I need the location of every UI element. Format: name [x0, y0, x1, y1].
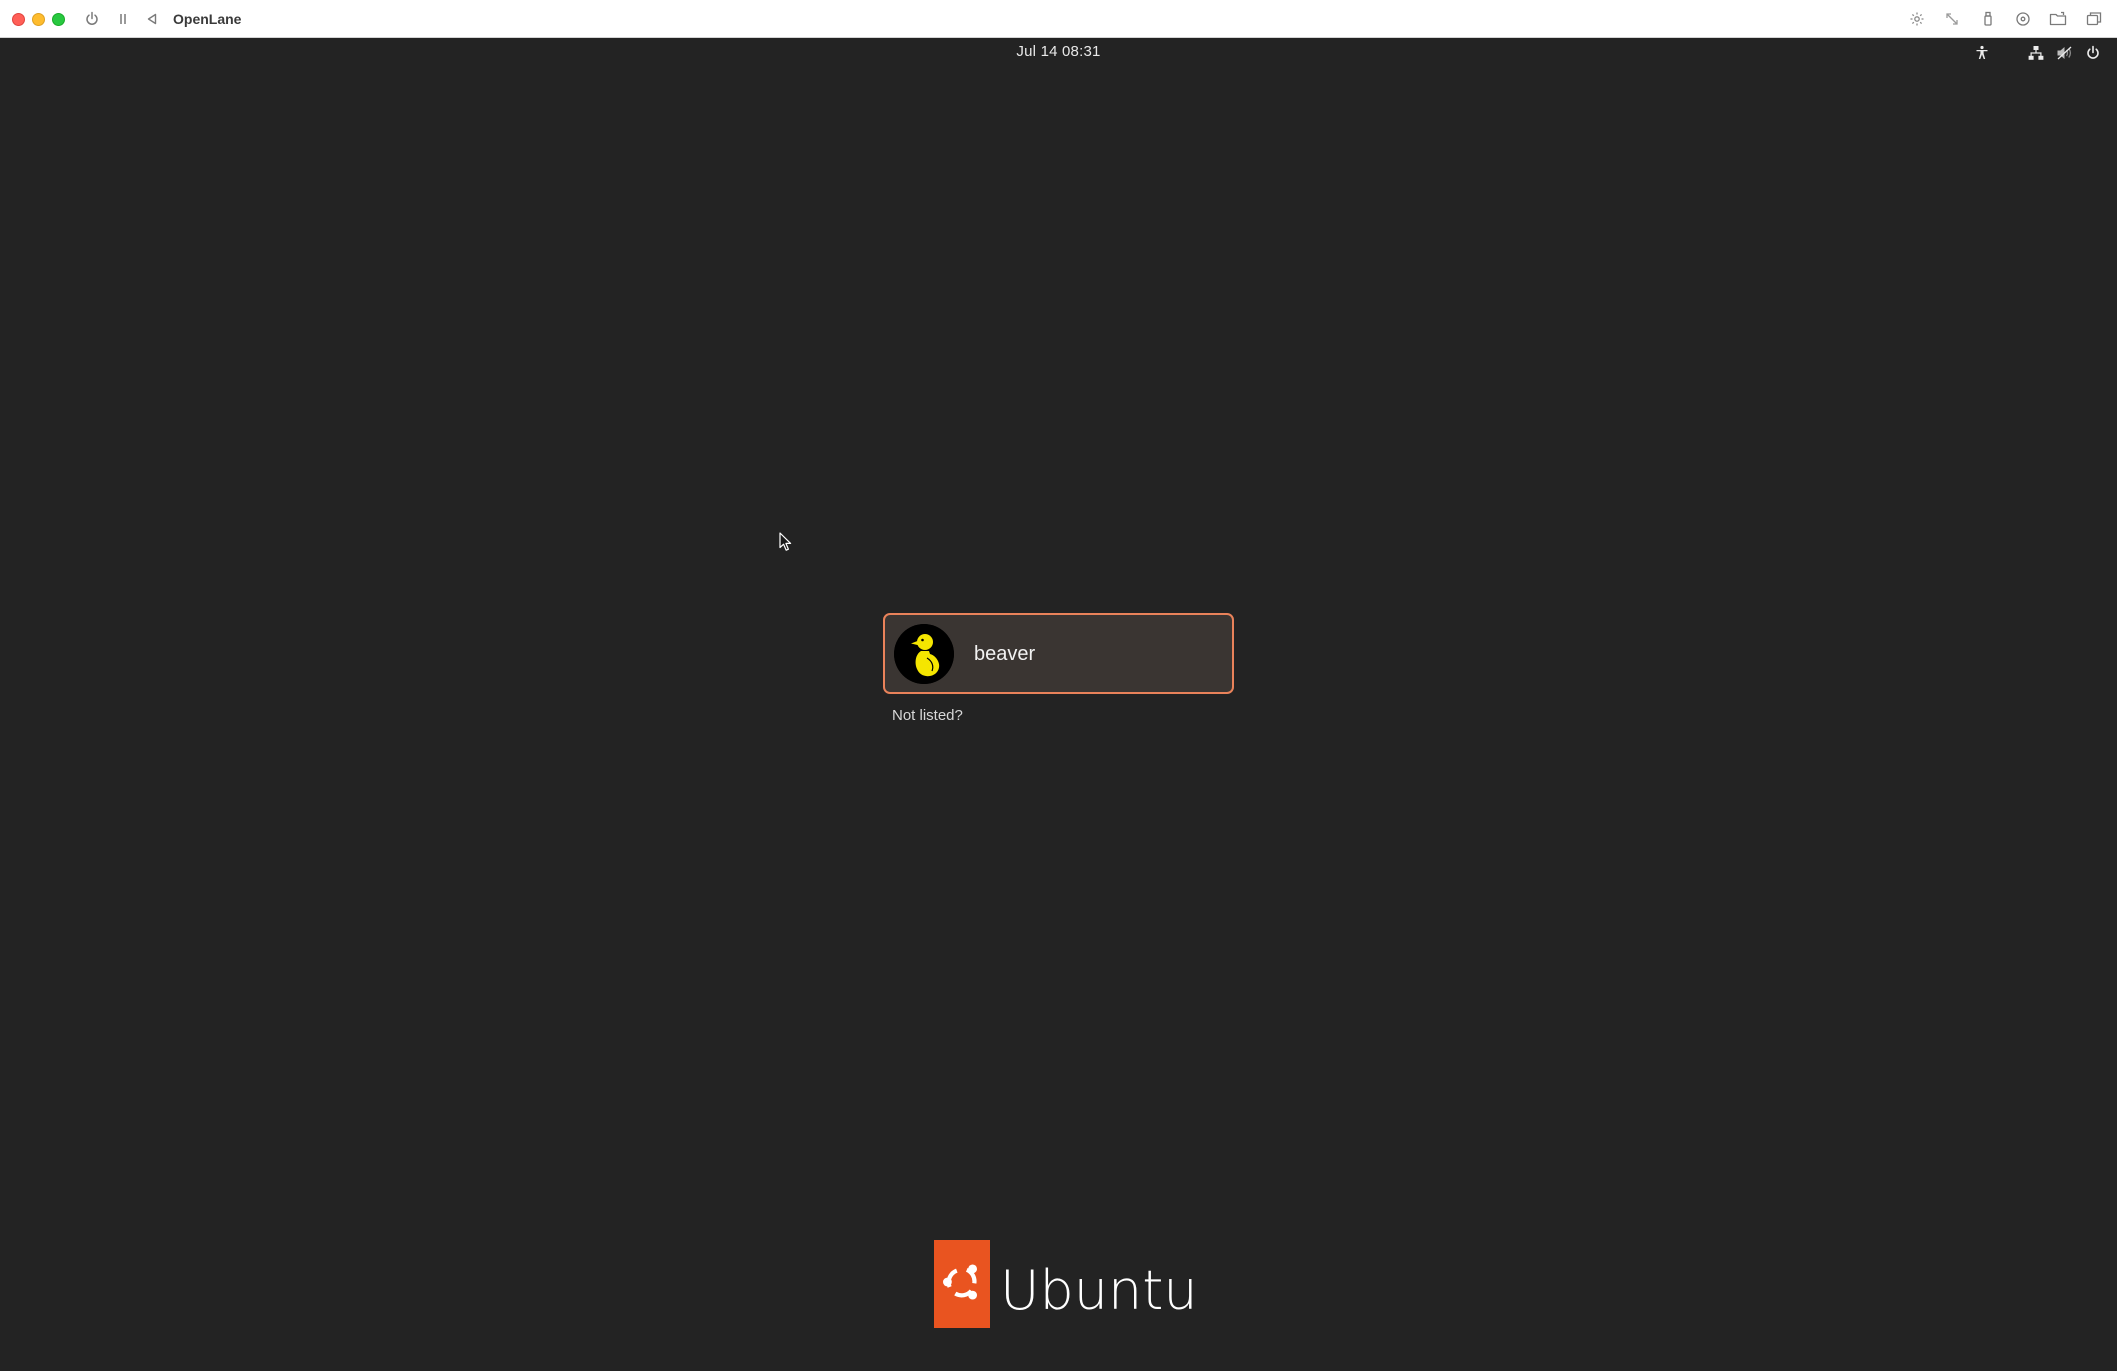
accessibility-icon[interactable] [1971, 42, 1993, 64]
vm-disc-button[interactable] [2012, 9, 2034, 29]
top-panel-clock[interactable]: Jul 14 08:31 [0, 42, 2117, 62]
disc-icon [2015, 11, 2031, 27]
ubuntu-branding: Ubuntu [934, 1240, 1198, 1328]
window-zoom-button[interactable] [52, 13, 65, 26]
login-screen: Jul 14 08:31 beaver Not listed? Ubuntu [0, 38, 2117, 1371]
window-icon [2086, 11, 2102, 27]
pause-icon [117, 12, 129, 26]
power-icon[interactable] [2082, 42, 2104, 64]
resize-arrows-icon [1944, 11, 1960, 27]
avatar [894, 623, 954, 684]
ubuntu-logo-badge [934, 1240, 990, 1328]
network-icon[interactable] [2025, 42, 2047, 64]
power-icon [84, 11, 100, 27]
window-close-button[interactable] [12, 13, 25, 26]
vm-pause-button[interactable] [112, 9, 134, 29]
vm-window-button[interactable] [2083, 9, 2105, 29]
user-name-label: beaver [974, 642, 1036, 665]
vm-window-titlebar: OpenLane [0, 0, 2117, 38]
user-entry-button[interactable]: beaver [883, 613, 1234, 694]
vm-shared-folder-button[interactable] [2047, 9, 2069, 29]
vm-back-button[interactable] [141, 9, 163, 29]
shared-folder-icon [2049, 11, 2067, 27]
vm-power-button[interactable] [81, 9, 103, 29]
brightness-icon [1909, 11, 1925, 27]
mouse-pointer-icon [779, 532, 793, 556]
ubuntu-wordmark: Ubuntu [1000, 1259, 1198, 1322]
back-triangle-icon [145, 12, 159, 26]
window-minimize-button[interactable] [32, 13, 45, 26]
not-listed-link[interactable]: Not listed? [892, 706, 963, 726]
vm-brightness-button[interactable] [1906, 9, 1928, 29]
vm-resize-button[interactable] [1941, 9, 1963, 29]
usb-icon [1982, 11, 1994, 27]
duck-icon [894, 623, 954, 684]
window-title: OpenLane [173, 11, 242, 27]
volume-icon[interactable] [2054, 42, 2076, 64]
vm-usb-button[interactable] [1977, 9, 1999, 29]
ubuntu-circle-of-friends-icon [939, 1259, 985, 1309]
